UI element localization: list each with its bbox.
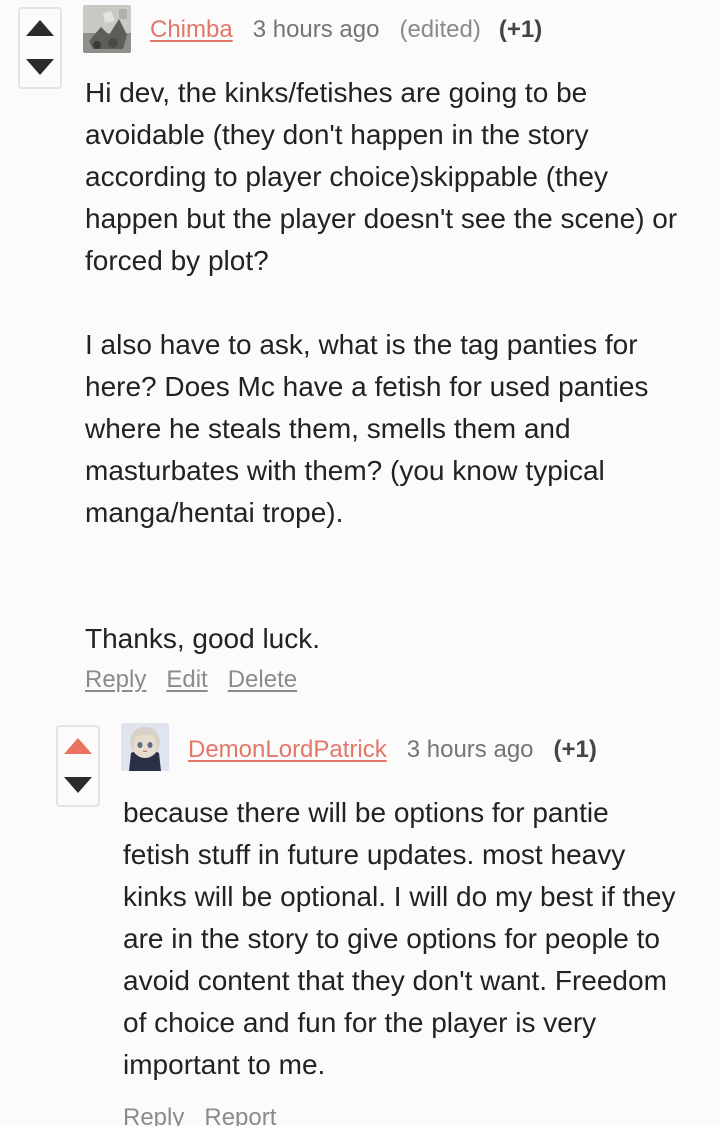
timestamp: 3 hours ago bbox=[406, 736, 534, 763]
upvote-button[interactable] bbox=[58, 727, 98, 765]
edit-link[interactable]: Edit bbox=[166, 666, 207, 694]
username-link[interactable]: DemonLordPatrick bbox=[188, 736, 387, 764]
reply-link[interactable]: Reply bbox=[85, 666, 146, 694]
comment-paragraph: I also have to ask, what is the tag pant… bbox=[85, 329, 649, 528]
vote-widget bbox=[18, 7, 62, 89]
edited-label: (edited) bbox=[399, 16, 481, 43]
avatar[interactable] bbox=[121, 723, 169, 771]
comment-paragraph: Thanks, good luck. bbox=[85, 623, 321, 654]
downvote-button[interactable] bbox=[20, 48, 60, 86]
reply-link[interactable]: Reply bbox=[123, 1104, 184, 1126]
comment-body: because there will be options for pantie… bbox=[123, 792, 683, 1086]
delete-link[interactable]: Delete bbox=[228, 666, 297, 694]
user-photo-icon bbox=[83, 5, 131, 53]
score-badge: (+1) bbox=[553, 736, 597, 763]
report-link[interactable]: Report bbox=[204, 1104, 276, 1126]
username-link[interactable]: Chimba bbox=[150, 16, 233, 44]
comment-body: Hi dev, the kinks/fetishes are going to … bbox=[85, 72, 705, 660]
comment-paragraph: Hi dev, the kinks/fetishes are going to … bbox=[85, 77, 678, 276]
arrow-up-icon bbox=[64, 738, 92, 754]
comment-meta: Chimba 3 hours ago (edited) (+1) bbox=[150, 16, 542, 44]
arrow-up-icon bbox=[26, 20, 54, 36]
downvote-button[interactable] bbox=[58, 766, 98, 804]
comment-actions: Reply Edit Delete bbox=[85, 666, 317, 694]
arrow-down-icon bbox=[64, 777, 92, 793]
comment-thread: Chimba 3 hours ago (edited) (+1) Hi dev,… bbox=[0, 0, 720, 1126]
comment-actions: Reply Report bbox=[123, 1104, 296, 1126]
vote-widget bbox=[56, 725, 100, 807]
arrow-down-icon bbox=[26, 59, 54, 75]
comment-meta: DemonLordPatrick 3 hours ago (+1) bbox=[188, 736, 597, 764]
anime-character-icon bbox=[121, 723, 169, 771]
score-badge: (+1) bbox=[498, 16, 543, 43]
upvote-button[interactable] bbox=[20, 9, 60, 47]
avatar[interactable] bbox=[83, 5, 131, 53]
timestamp: 3 hours ago bbox=[252, 16, 380, 43]
comment-paragraph: because there will be options for pantie… bbox=[123, 797, 676, 1080]
